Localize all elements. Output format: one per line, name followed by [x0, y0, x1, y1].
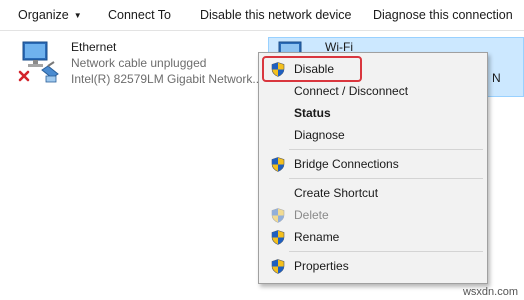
menu-item-label: Create Shortcut — [294, 186, 379, 200]
command-bar: Organize ▼ Connect To Disable this networ… — [0, 0, 524, 31]
menu-item-connect-disconnect[interactable]: Connect / Disconnect — [259, 80, 487, 102]
menu-item-status[interactable]: Status — [259, 102, 487, 124]
menu-item-create-shortcut[interactable]: Create Shortcut — [259, 182, 487, 204]
ethernet-adapter-icon — [18, 41, 59, 83]
menu-item-label: Diagnose — [294, 128, 345, 142]
menu-item-label: Properties — [294, 259, 349, 273]
ethernet-status: Network cable unplugged — [71, 56, 207, 70]
menu-item-label: Delete — [294, 208, 329, 222]
menu-item-bridge-connections[interactable]: Bridge Connections — [259, 153, 487, 175]
menu-item-rename[interactable]: Rename — [259, 226, 487, 248]
connect-to-button[interactable]: Connect To — [108, 7, 171, 23]
menu-item-label: Bridge Connections — [294, 157, 399, 171]
disconnected-x-icon — [18, 70, 30, 82]
organize-label: Organize — [18, 8, 69, 22]
shield-icon — [271, 208, 285, 223]
ethernet-adapter[interactable]: Ethernet Network cable unplugged Intel(R… — [0, 36, 262, 96]
organize-menu-button[interactable]: Organize ▼ — [18, 7, 82, 23]
menu-item-diagnose[interactable]: Diagnose — [259, 124, 487, 146]
menu-item-label: Rename — [294, 230, 340, 244]
highlight-box — [262, 56, 362, 82]
chevron-down-icon: ▼ — [73, 11, 82, 20]
menu-item-label: Connect / Disconnect — [294, 84, 409, 98]
context-menu: Disable Connect / Disconnect Status Diag… — [258, 52, 488, 284]
menu-item-properties[interactable]: Properties — [259, 255, 487, 277]
ethernet-device: Intel(R) 82579LM Gigabit Network... — [71, 72, 263, 86]
menu-separator — [289, 149, 483, 150]
disable-device-button[interactable]: Disable this network device — [200, 7, 351, 23]
shield-icon — [271, 230, 285, 245]
menu-item-label: Status — [294, 106, 331, 120]
watermark: wsxdn.com — [462, 286, 518, 298]
menu-separator — [289, 251, 483, 252]
ethernet-name: Ethernet — [71, 40, 117, 54]
shield-icon — [271, 259, 285, 274]
menu-separator — [289, 178, 483, 179]
wifi-device-partial: N — [492, 71, 501, 85]
menu-item-delete: Delete — [259, 204, 487, 226]
shield-icon — [271, 157, 285, 172]
diagnose-connection-button[interactable]: Diagnose this connection — [373, 7, 513, 23]
